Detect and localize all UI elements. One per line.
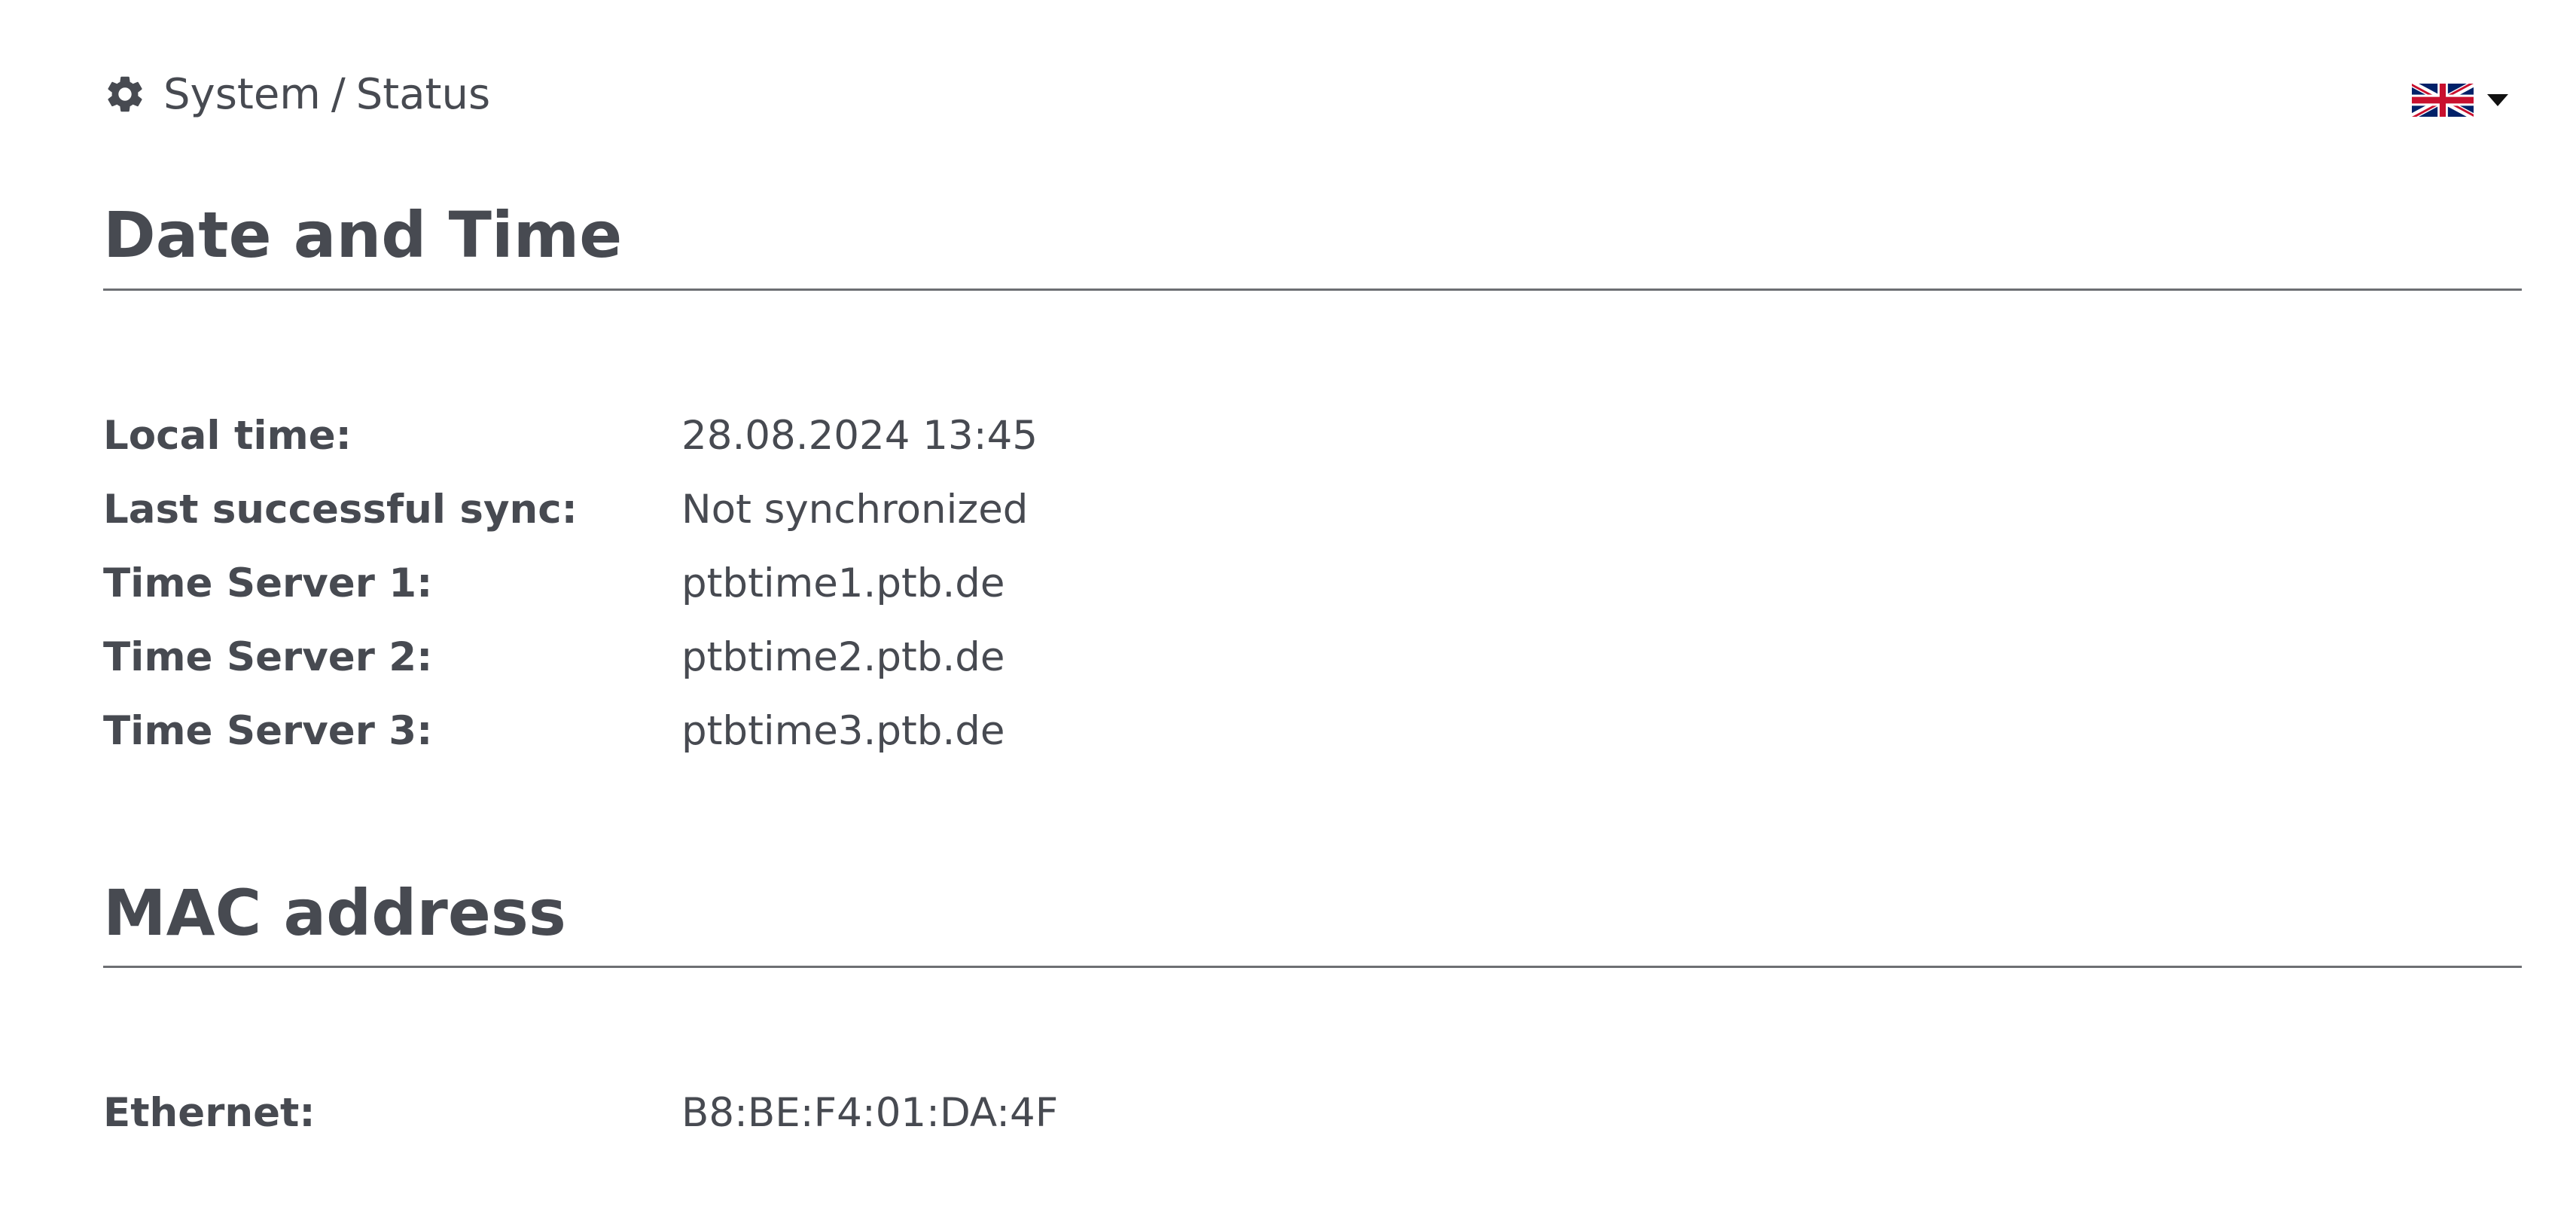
breadcrumb-separator: / <box>331 69 346 119</box>
row-label: Time Server 3: <box>103 708 433 754</box>
row-label: Ethernet: <box>103 1090 316 1136</box>
language-selector[interactable] <box>2412 83 2508 118</box>
row-value: ptbtime1.ptb.de <box>681 560 1005 606</box>
row-label: Time Server 1: <box>103 560 433 606</box>
gear-icon <box>103 72 147 116</box>
row-value: 28.08.2024 13:45 <box>681 413 1038 459</box>
caret-down-icon <box>2487 94 2508 106</box>
uk-flag-icon <box>2412 84 2474 117</box>
row-label: Time Server 2: <box>103 634 433 680</box>
breadcrumb-page: Status <box>355 69 491 119</box>
section-divider <box>103 288 2522 291</box>
row-label: Last successful sync: <box>103 487 578 533</box>
section-divider <box>103 966 2522 968</box>
breadcrumb-section[interactable]: System <box>163 70 321 119</box>
breadcrumb: System / Status <box>103 69 490 119</box>
section-title-date-time: Date and Time <box>103 198 623 272</box>
row-value: ptbtime2.ptb.de <box>681 634 1005 680</box>
row-value: Not synchronized <box>681 487 1029 533</box>
row-label: Local time: <box>103 413 352 459</box>
row-value: B8:BE:F4:01:DA:4F <box>681 1090 1059 1136</box>
section-title-mac-address: MAC address <box>103 876 566 950</box>
row-value: ptbtime3.ptb.de <box>681 708 1005 754</box>
